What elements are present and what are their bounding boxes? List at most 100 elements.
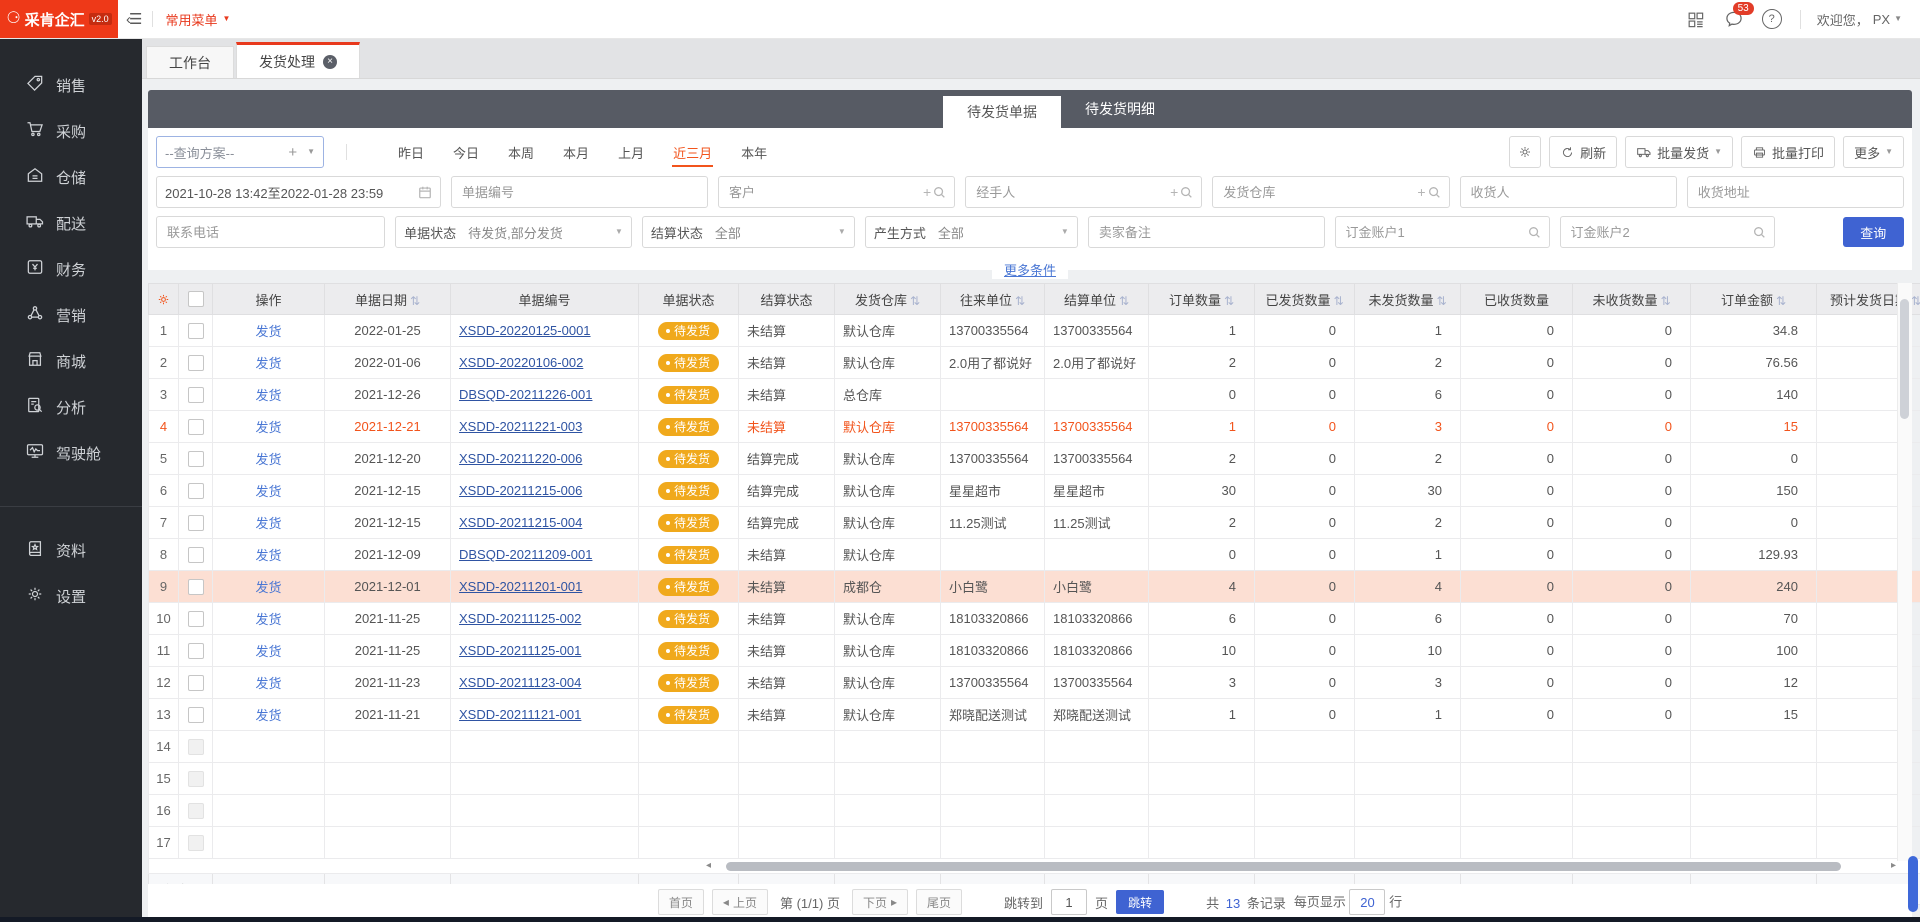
row-checkbox[interactable] <box>188 643 204 659</box>
close-icon[interactable]: × <box>323 55 337 69</box>
view-tab-pending-orders[interactable]: 待发货单据 <box>943 96 1061 128</box>
more-button[interactable]: 更多 ▼ <box>1843 136 1904 168</box>
order-code-link[interactable]: XSDD-20211121-001 <box>459 707 581 722</box>
batch-print-button[interactable]: 批量打印 <box>1741 136 1835 168</box>
quick-filter-本周[interactable]: 本周 <box>507 138 535 167</box>
jump-button[interactable]: 跳转 <box>1116 890 1164 914</box>
scroll-left-arrow-icon[interactable]: ◂ <box>706 859 711 873</box>
sort-icon[interactable]: ⇅ <box>410 294 420 308</box>
scroll-track[interactable]: ◂▸ <box>149 859 1920 874</box>
jump-page-input[interactable] <box>1051 889 1087 915</box>
row-checkbox[interactable] <box>188 547 204 563</box>
sort-icon[interactable]: ⇅ <box>1776 294 1786 308</box>
per-page-input[interactable] <box>1349 889 1385 915</box>
ship-link[interactable]: 发货 <box>255 644 281 659</box>
sidebar-item-配送[interactable]: 配送 <box>0 200 142 246</box>
search-button[interactable]: 查询 <box>1843 217 1904 247</box>
filter-input-field-订金账户1[interactable] <box>1344 224 1524 241</box>
filter-select-单据状态[interactable]: 单据状态待发货,部分发货▼ <box>395 216 632 248</box>
quick-filter-昨日[interactable]: 昨日 <box>397 138 425 167</box>
row-checkbox[interactable] <box>188 355 204 371</box>
order-code-link[interactable]: XSDD-20220106-002 <box>459 355 583 370</box>
filter-input-field-卖家备注[interactable] <box>1097 224 1316 241</box>
filter-input-field-联系电话[interactable] <box>165 224 376 241</box>
column-header-结算单位[interactable]: 结算单位⇅ <box>1045 284 1149 315</box>
sidebar-collapse-icon[interactable]: ‹☰ <box>126 10 140 28</box>
prev-page-button[interactable]: ◂上页 <box>712 889 768 915</box>
order-code-link[interactable]: DBSQD-20211226-001 <box>459 387 592 402</box>
quick-filter-上月[interactable]: 上月 <box>617 138 645 167</box>
ship-link[interactable]: 发货 <box>255 708 281 723</box>
row-checkbox[interactable] <box>188 451 204 467</box>
ship-link[interactable]: 发货 <box>255 612 281 627</box>
batch-ship-button[interactable]: 批量发货 ▼ <box>1625 136 1733 168</box>
order-code-link[interactable]: XSDD-20211201-001 <box>459 579 582 594</box>
messages-icon[interactable]: 53 <box>1724 9 1744 29</box>
calendar-icon[interactable] <box>418 185 432 199</box>
filter-select-结算状态[interactable]: 结算状态全部▼ <box>642 216 855 248</box>
sort-icon[interactable]: ⇅ <box>1436 294 1446 308</box>
sidebar-item-资料[interactable]: 资料 <box>0 527 142 573</box>
column-header-往来单位[interactable]: 往来单位⇅ <box>941 284 1045 315</box>
plus-search-icon[interactable]: + <box>1417 184 1440 200</box>
page-scrollbar-thumb[interactable] <box>1908 856 1918 912</box>
column-header-未发货数量[interactable]: 未发货数量⇅ <box>1355 284 1461 315</box>
search-icon[interactable] <box>1528 226 1541 239</box>
search-icon[interactable] <box>1753 226 1766 239</box>
table-vertical-scrollbar[interactable] <box>1897 283 1912 861</box>
filter-input-field-收货人[interactable] <box>1469 184 1668 201</box>
sort-icon[interactable]: ⇅ <box>910 294 920 308</box>
column-settings-gear-icon[interactable] <box>149 284 179 315</box>
select-all-checkbox[interactable] <box>188 291 204 307</box>
sort-icon[interactable]: ⇅ <box>1119 294 1129 308</box>
sort-icon[interactable]: ⇅ <box>1015 294 1025 308</box>
sidebar-item-营销[interactable]: 营销 <box>0 292 142 338</box>
first-page-button[interactable]: 首页 <box>658 889 704 915</box>
ship-link[interactable]: 发货 <box>255 452 281 467</box>
sidebar-item-采购[interactable]: 采购 <box>0 108 142 154</box>
horizontal-scrollbar-thumb[interactable] <box>726 862 1841 871</box>
row-checkbox[interactable] <box>188 419 204 435</box>
column-header-订单金额[interactable]: 订单金额⇅ <box>1691 284 1817 315</box>
sidebar-item-设置[interactable]: 设置 <box>0 573 142 619</box>
ship-link[interactable]: 发货 <box>255 388 281 403</box>
ship-link[interactable]: 发货 <box>255 324 281 339</box>
sort-icon[interactable]: ⇅ <box>1660 294 1670 308</box>
order-code-link[interactable]: XSDD-20220125-0001 <box>459 323 591 338</box>
tab-shipping[interactable]: 发货处理 × <box>236 42 360 78</box>
order-code-link[interactable]: DBSQD-20211209-001 <box>459 547 592 562</box>
order-code-link[interactable]: XSDD-20211220-006 <box>459 451 582 466</box>
row-checkbox[interactable] <box>188 675 204 691</box>
apps-grid-icon[interactable] <box>1686 9 1706 29</box>
last-page-button[interactable]: 尾页 <box>916 889 962 915</box>
sidebar-item-销售[interactable]: 销售 <box>0 62 142 108</box>
sidebar-item-驾驶舱[interactable]: 驾驶舱 <box>0 430 142 476</box>
column-header-订单数量[interactable]: 订单数量⇅ <box>1149 284 1255 315</box>
settings-button[interactable] <box>1509 136 1541 168</box>
quick-filter-近三月[interactable]: 近三月 <box>672 138 713 167</box>
column-header-未收货数量[interactable]: 未收货数量⇅ <box>1573 284 1691 315</box>
order-code-link[interactable]: XSDD-20211125-001 <box>459 643 581 658</box>
quick-filter-本月[interactable]: 本月 <box>562 138 590 167</box>
plus-icon[interactable]: + <box>288 144 297 161</box>
ship-link[interactable]: 发货 <box>255 484 281 499</box>
date-range-input[interactable]: 2021-10-28 13:42至2022-01-28 23:59 <box>156 176 441 208</box>
filter-input-field-单据编号[interactable] <box>460 184 699 201</box>
order-code-link[interactable]: XSDD-20211215-004 <box>459 515 582 530</box>
refresh-button[interactable]: 刷新 <box>1549 136 1617 168</box>
sort-icon[interactable]: ⇅ <box>1333 294 1343 308</box>
order-code-link[interactable]: XSDD-20211125-002 <box>459 611 581 626</box>
sort-icon[interactable]: ⇅ <box>1224 294 1234 308</box>
filter-select-产生方式[interactable]: 产生方式全部▼ <box>865 216 1078 248</box>
column-header-单据日期[interactable]: 单据日期⇅ <box>325 284 451 315</box>
column-header-发货仓库[interactable]: 发货仓库⇅ <box>835 284 941 315</box>
order-code-link[interactable]: XSDD-20211215-006 <box>459 483 582 498</box>
row-checkbox[interactable] <box>188 387 204 403</box>
sidebar-item-仓储[interactable]: 仓储 <box>0 154 142 200</box>
quick-filter-本年[interactable]: 本年 <box>740 138 768 167</box>
sidebar-item-财务[interactable]: 财务 <box>0 246 142 292</box>
order-code-link[interactable]: XSDD-20211123-004 <box>459 675 581 690</box>
row-checkbox[interactable] <box>188 579 204 595</box>
common-menu-dropdown[interactable]: 常用菜单 ▼ <box>165 10 230 29</box>
plus-search-icon[interactable]: + <box>923 184 946 200</box>
